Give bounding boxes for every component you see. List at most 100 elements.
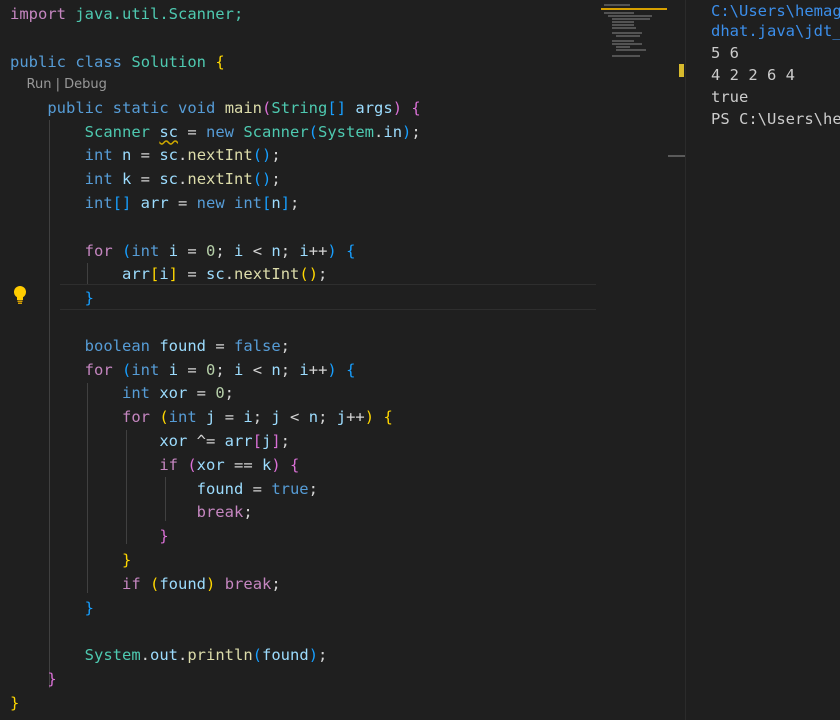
token: i	[243, 408, 253, 427]
minimap-line	[612, 18, 650, 20]
terminal-line: 5 6	[711, 44, 739, 62]
token: )	[327, 241, 337, 260]
token: 0	[215, 384, 225, 403]
minimap-line	[612, 43, 642, 45]
token: .	[178, 146, 188, 165]
token: =	[178, 265, 207, 284]
token: boolean	[84, 336, 150, 355]
token: ]	[168, 265, 179, 284]
token: println	[187, 646, 253, 665]
token: n	[271, 194, 281, 213]
token: int	[121, 384, 150, 403]
token: }	[84, 598, 94, 617]
token: {	[290, 455, 300, 474]
run-codelens[interactable]: Run	[27, 77, 52, 92]
code-line-8: int[] arr = new int[n];	[10, 192, 421, 216]
token: <	[280, 408, 309, 427]
minimap-line	[612, 40, 634, 42]
minimap[interactable]	[602, 2, 682, 62]
code-line-7: int k = sc.nextInt();	[10, 168, 421, 192]
token: ^=	[187, 432, 225, 451]
terminal-panel[interactable]: C:\Users\hemag dhat.java\jdt_w 5 6 4 2 2…	[686, 0, 840, 720]
token: true	[271, 479, 309, 498]
token: n	[271, 241, 281, 260]
minimap-line	[604, 4, 630, 6]
token: =	[178, 241, 207, 260]
code-line-28: }	[10, 668, 421, 692]
token: n	[122, 146, 132, 165]
token: .	[374, 122, 384, 141]
token: ==	[224, 455, 262, 474]
token: false	[234, 336, 281, 355]
codelens-separator: |	[51, 77, 65, 93]
token: =	[131, 170, 160, 189]
token: static	[112, 98, 169, 117]
token: arr	[224, 432, 253, 451]
token: ;	[308, 479, 318, 498]
token: ;	[215, 360, 235, 379]
code-line-5: Scanner sc = new Scanner(System.in);	[10, 121, 421, 145]
code-line-19: if (xor == k) {	[10, 454, 421, 478]
token: =	[178, 360, 207, 379]
token: ()	[299, 265, 319, 284]
token: .	[140, 646, 150, 665]
token: [	[252, 432, 262, 451]
token: xor	[196, 455, 225, 474]
token: .	[224, 265, 235, 284]
terminal-line: dhat.java\jdt_w	[711, 22, 840, 40]
debug-codelens[interactable]: Debug	[64, 77, 107, 92]
token: sc	[206, 265, 225, 284]
token: }	[10, 693, 20, 712]
scrollbar-thumb[interactable]	[668, 155, 685, 157]
token: int	[168, 408, 197, 427]
code-line-11: arr[i] = sc.nextInt();	[10, 263, 421, 287]
code-line-24: if (found) break;	[10, 573, 421, 597]
token: )	[402, 122, 412, 141]
token: ;	[271, 146, 281, 165]
token: ;	[318, 646, 328, 665]
token: break	[196, 503, 244, 522]
token: )	[271, 455, 281, 474]
token: []	[112, 194, 132, 213]
token: i	[234, 360, 244, 379]
minimap-line	[608, 15, 652, 17]
token: new	[196, 194, 225, 213]
token: ]	[271, 432, 281, 451]
token: i	[299, 360, 309, 379]
token: System	[84, 646, 141, 665]
token: ;	[243, 503, 253, 522]
code-line-29: }	[10, 692, 421, 716]
token: for	[84, 360, 113, 379]
code-line-20: found = true;	[10, 478, 421, 502]
token: i	[299, 241, 309, 260]
token: args	[355, 98, 393, 117]
token: i	[168, 241, 179, 260]
minimap-line	[612, 27, 636, 29]
token: found	[262, 646, 309, 665]
token: {	[411, 98, 421, 117]
token: i	[234, 241, 244, 260]
token: }	[159, 527, 169, 546]
token: )	[364, 408, 375, 427]
code-line-21: break;	[10, 501, 421, 525]
token: public	[47, 98, 104, 117]
token: (	[252, 646, 263, 665]
minimap-line	[612, 55, 640, 57]
terminal-line: 4 2 2 6 4	[711, 66, 795, 84]
token: <	[243, 241, 272, 260]
token: out	[150, 646, 178, 665]
code-line-4: public static void main(String[] args) {	[10, 97, 421, 121]
token: Scanner	[84, 122, 150, 141]
token: java.util.Scanner;	[66, 5, 244, 23]
minimap-line	[616, 46, 630, 48]
token: class	[75, 52, 123, 71]
token: sc	[159, 122, 178, 141]
token: n	[271, 360, 281, 379]
token: [	[149, 265, 160, 284]
token: }	[47, 670, 57, 689]
code-editor[interactable]: import java.util.Scanner; public class S…	[0, 0, 685, 720]
code-line-17: for (int j = i; j < n; j++) {	[10, 406, 421, 430]
token: int	[84, 170, 113, 189]
code-line-15: for (int i = 0; i < n; i++) {	[10, 359, 421, 383]
